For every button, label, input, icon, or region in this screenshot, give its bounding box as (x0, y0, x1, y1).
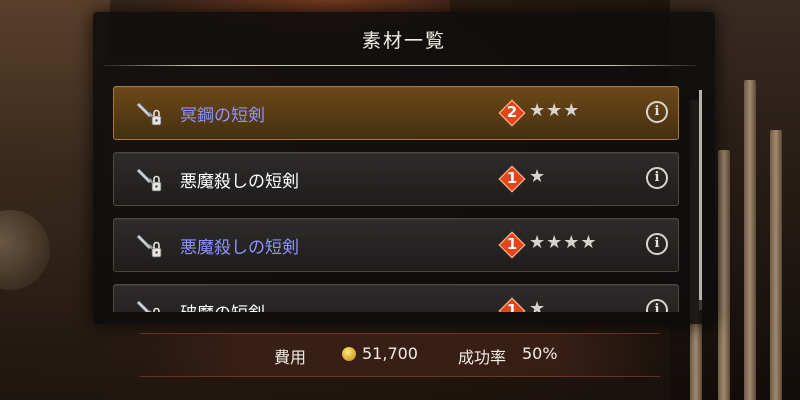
scroll-thumb[interactable] (699, 90, 702, 300)
star-rating: ★ (529, 298, 547, 312)
dagger-lock-icon (136, 102, 162, 126)
list-scrollbar[interactable] (699, 90, 702, 310)
material-name: 冥鋼の短剣 (180, 106, 265, 126)
material-list[interactable]: 冥鋼の短剣 2 ★★★ i 悪魔殺しの短剣 1 ★ i 悪魔殺しの短剣 1 ★★… (113, 86, 679, 312)
cost-footer: 費用 51,700 成功率 50% (140, 333, 660, 377)
star-rating: ★★★ (529, 100, 581, 121)
cost-label: 費用 (274, 348, 307, 367)
background-rock (0, 210, 50, 290)
material-name: 悪魔殺しの短剣 (180, 172, 299, 192)
background-stake (770, 130, 782, 400)
dagger-lock-icon (136, 234, 162, 258)
title-divider (103, 65, 697, 66)
gold-coin-icon (342, 347, 356, 361)
star-rating: ★ (529, 166, 547, 187)
star-rating: ★★★★ (529, 232, 598, 253)
cost-value: 51,700 (362, 344, 418, 363)
info-button[interactable]: i (646, 299, 668, 312)
panel-title: 素材一覧 (361, 30, 446, 52)
material-name: 破魔の短剣 (180, 299, 265, 312)
rank-number: 1 (506, 235, 518, 253)
material-list-panel: 素材一覧 冥鋼の短剣 2 ★★★ i 悪魔殺しの短剣 1 ★ i 悪魔殺しの短剣… (93, 12, 715, 324)
background-stake (744, 80, 756, 400)
dagger-lock-icon (136, 168, 162, 192)
background-stake (718, 150, 730, 400)
material-row[interactable]: 破魔の短剣 1 ★ i (113, 284, 679, 312)
info-button[interactable]: i (646, 101, 668, 123)
success-label: 成功率 (458, 348, 507, 367)
rank-number: 1 (506, 301, 518, 312)
material-row[interactable]: 悪魔殺しの短剣 1 ★ i (113, 152, 679, 206)
rank-number: 1 (506, 169, 518, 187)
material-row[interactable]: 冥鋼の短剣 2 ★★★ i (113, 86, 679, 140)
info-button[interactable]: i (646, 167, 668, 189)
success-value: 50% (522, 344, 558, 363)
material-name: 悪魔殺しの短剣 (180, 238, 299, 258)
rank-number: 2 (506, 103, 518, 121)
dagger-lock-icon (136, 300, 160, 312)
info-button[interactable]: i (646, 233, 668, 255)
material-row[interactable]: 悪魔殺しの短剣 1 ★★★★ i (113, 218, 679, 272)
